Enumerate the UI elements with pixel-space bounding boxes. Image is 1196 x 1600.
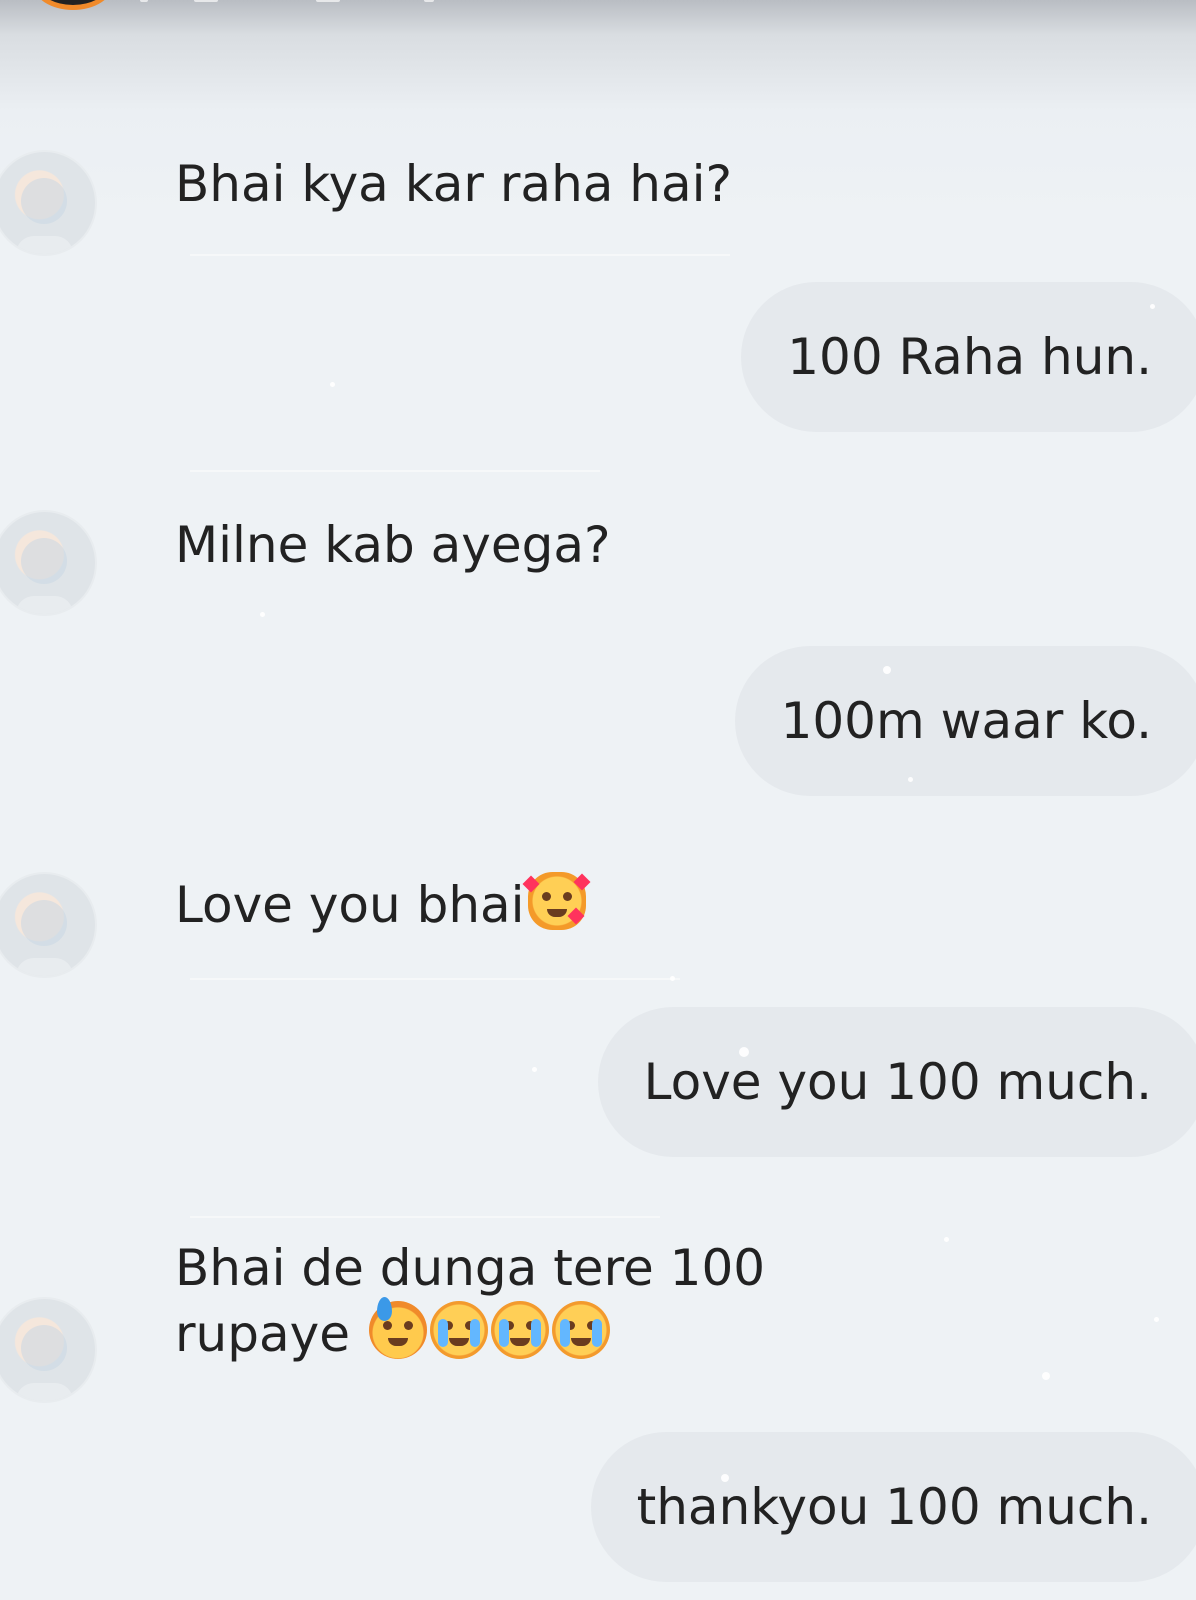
snowflake-decoration xyxy=(721,1474,729,1482)
faint-divider xyxy=(190,470,600,472)
incoming-message-text: Milne kab ayega? xyxy=(175,516,611,574)
faint-divider xyxy=(190,978,680,980)
outgoing-message-bubble: Love you 100 much. xyxy=(597,1007,1196,1157)
incoming-message: Love you bhai xyxy=(175,872,591,938)
loudly-crying-face-icon xyxy=(490,1301,549,1359)
user-avatar-icon xyxy=(21,1325,67,1371)
snowflake-decoration xyxy=(260,612,265,617)
snowflake-decoration xyxy=(330,382,335,387)
snowflake-decoration xyxy=(883,666,891,674)
partially-visible-header-text xyxy=(140,0,460,8)
loudly-crying-face-icon xyxy=(551,1301,610,1359)
incoming-message-text-line: rupaye xyxy=(175,1297,895,1367)
outgoing-message-bubble: thankyou 100 much. xyxy=(590,1432,1196,1582)
incoming-avatar xyxy=(0,1297,97,1403)
incoming-avatar xyxy=(0,510,97,616)
faint-divider xyxy=(190,1216,660,1218)
incoming-message-text: Bhai kya kar raha hai? xyxy=(175,155,733,213)
outgoing-message-text: 100m waar ko. xyxy=(780,692,1152,750)
snowflake-decoration xyxy=(532,1067,537,1072)
snowflake-decoration xyxy=(944,1237,949,1242)
user-avatar-icon xyxy=(21,538,67,584)
incoming-message: Bhai de dunga tere 100 rupaye xyxy=(175,1235,895,1367)
outgoing-message-text: Love you 100 much. xyxy=(643,1053,1152,1111)
user-avatar-icon xyxy=(21,900,67,946)
faint-divider xyxy=(190,254,730,256)
snowflake-decoration xyxy=(1042,1372,1050,1380)
snowflake-decoration xyxy=(670,976,675,981)
incoming-message-text-line: Bhai de dunga tere 100 xyxy=(175,1239,766,1297)
snowflake-decoration xyxy=(739,1047,749,1057)
snowflake-decoration xyxy=(908,777,913,782)
downcast-face-with-sweat-icon xyxy=(368,1297,427,1359)
snowflake-decoration xyxy=(1150,304,1155,309)
profile-avatar[interactable] xyxy=(33,0,113,10)
loudly-crying-face-icon xyxy=(429,1301,488,1359)
incoming-avatar xyxy=(0,150,97,256)
incoming-message-text: Love you bhai xyxy=(175,876,525,934)
outgoing-message-bubble: 100 Raha hun. xyxy=(741,282,1196,432)
incoming-avatar xyxy=(0,872,97,978)
chat-screen: Bhai kya kar raha hai? 100 Raha hun. Mil… xyxy=(0,0,1196,1600)
smiling-face-with-hearts-icon xyxy=(522,872,591,930)
outgoing-message-text: thankyou 100 much. xyxy=(636,1478,1152,1536)
outgoing-message-text: 100 Raha hun. xyxy=(787,328,1152,386)
outgoing-message-bubble: 100m waar ko. xyxy=(734,646,1196,796)
snowflake-decoration xyxy=(1154,1317,1159,1322)
user-avatar-icon xyxy=(21,178,67,224)
